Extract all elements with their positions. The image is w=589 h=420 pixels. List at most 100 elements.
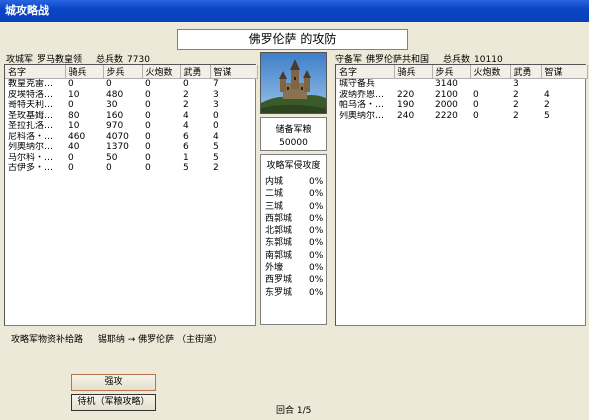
- table-cell: 7: [213, 79, 219, 89]
- invasion-area-name: 内城: [265, 177, 284, 187]
- table-cell: 0: [68, 100, 74, 110]
- table-cell: 0: [145, 79, 151, 89]
- table-row[interactable]: 教皇克雷… 0 0 0 0 7: [5, 79, 257, 90]
- table-cell: 0: [473, 100, 479, 110]
- table-cell: [394, 79, 432, 90]
- table-cell: 帕乌洛・…: [339, 100, 385, 110]
- table-cell: 0: [473, 110, 479, 121]
- table-cell: 马尔科・…: [8, 152, 54, 163]
- invasion-item: 北郭城 0%: [261, 225, 326, 237]
- table-cell: 0: [106, 79, 112, 89]
- table-cell: 10: [68, 121, 80, 131]
- reserve-label: 储备军粮: [275, 125, 312, 135]
- invasion-area-name: 东罗城: [265, 287, 293, 298]
- table-cell: 0: [145, 163, 151, 173]
- defender-table[interactable]: 名字 骑兵 步兵 火炮数 武勇 智谋 城守备兵 3140 3 波纳乔恩… 220 2100 0 2 4 帕乌…: [335, 64, 588, 326]
- column-header[interactable]: 步兵: [103, 65, 143, 79]
- column-header[interactable]: 火炮数: [142, 65, 181, 79]
- table-cell: 0: [145, 110, 151, 121]
- column-header[interactable]: 智谋: [541, 65, 588, 79]
- invasion-area-percent: 0%: [309, 238, 324, 249]
- table-row[interactable]: 帕乌洛・… 190 2000 0 2 2: [336, 100, 587, 111]
- table-cell: 1: [183, 152, 189, 163]
- reserve-value: 50000: [279, 138, 308, 148]
- column-header[interactable]: 名字: [336, 65, 395, 79]
- table-cell: 2: [513, 110, 519, 121]
- invasion-item: 内城 0%: [261, 176, 326, 188]
- table-cell: 10: [68, 89, 80, 100]
- table-row[interactable]: 列奥纳尔… 40 1370 0 6 5: [5, 142, 257, 153]
- table-row[interactable]: 皮埃特洛… 10 480 0 2 3: [5, 90, 257, 101]
- table-cell: 教皇克雷…: [8, 79, 54, 89]
- invasion-item: 二城 0%: [261, 188, 326, 200]
- table-row[interactable]: 圣拉扎洛… 10 970 0 4 0: [5, 121, 257, 132]
- invasion-item: 东罗城 0%: [261, 287, 326, 299]
- table-cell: 6: [183, 131, 189, 142]
- column-header[interactable]: 武勇: [180, 65, 211, 79]
- invasion-area-name: 三城: [265, 201, 284, 212]
- table-row[interactable]: 城守备兵 3140 3: [336, 79, 587, 90]
- table-cell: 城守备兵: [339, 79, 376, 89]
- invasion-item: 三城 0%: [261, 201, 326, 213]
- table-cell: 0: [183, 79, 189, 89]
- table-cell: 190: [397, 100, 415, 110]
- table-cell: 0: [68, 152, 74, 163]
- table-row[interactable]: 哥特夫利… 0 30 0 2 3: [5, 100, 257, 111]
- table-cell: 2: [544, 100, 550, 110]
- table-cell: 2000: [435, 100, 458, 110]
- invasion-area-percent: 0%: [309, 263, 324, 274]
- table-cell: 古伊多・…: [8, 163, 54, 173]
- column-header[interactable]: 智谋: [210, 65, 258, 79]
- attack-button[interactable]: 强攻: [71, 374, 156, 391]
- table-cell: 4: [183, 121, 189, 131]
- invasion-area-name: 西罗城: [265, 275, 293, 286]
- invasion-label: 攻略军侵攻度: [266, 161, 321, 171]
- invasion-item: 外壕 0%: [261, 262, 326, 274]
- table-cell: 尼科洛・…: [8, 131, 54, 142]
- column-header[interactable]: 步兵: [432, 65, 471, 79]
- column-header[interactable]: 武勇: [510, 65, 542, 79]
- table-cell: 5: [213, 152, 219, 163]
- supply-route: 攻略军物资补给路 锡耶纳 → 佛罗伦萨 （主街道）: [11, 332, 222, 345]
- table-row[interactable]: 尼科洛・… 460 4070 0 6 4: [5, 132, 257, 143]
- invasion-area-name: 二城: [265, 189, 284, 200]
- invasion-item: 东郭城 0%: [261, 237, 326, 249]
- table-cell: 0: [68, 79, 74, 89]
- column-header[interactable]: 骑兵: [65, 65, 104, 79]
- table-cell: 80: [68, 110, 80, 121]
- table-row[interactable]: 列奥纳尔… 240 2220 0 2 5: [336, 111, 587, 122]
- invasion-area-name: 东郭城: [265, 238, 293, 249]
- table-cell: 3: [213, 100, 219, 110]
- table-cell: 2: [513, 100, 519, 110]
- table-cell: 列奥纳尔…: [8, 142, 54, 152]
- table-row[interactable]: 圣玫基姆… 80 160 0 4 0: [5, 111, 257, 122]
- table-cell: 圣拉扎洛…: [8, 121, 54, 131]
- wait-button[interactable]: 待机（军粮攻略）: [71, 394, 156, 411]
- invasion-box: 攻略军侵攻度 内城 0% 二城 0% 三城 0% 西郭城 0% 北郭城 0% 东郭城 0% 南郭城 0% 外…: [260, 154, 327, 325]
- table-cell: 970: [106, 121, 124, 131]
- table-row[interactable]: 古伊多・… 0 0 0 5 2: [5, 163, 257, 174]
- table-cell: 0: [145, 121, 151, 131]
- attacker-table[interactable]: 名字 骑兵 步兵 火炮数 武勇 智谋 教皇克雷… 0 0 0 0 7 皮埃特洛… 10 480 0 2 3 哥特夫…: [4, 64, 258, 326]
- table-cell: 6: [183, 142, 189, 152]
- reserve-box: 储备军粮 50000: [260, 117, 327, 151]
- invasion-area-percent: 0%: [309, 177, 324, 187]
- table-cell: 3: [513, 79, 519, 89]
- table-cell: 40: [68, 142, 80, 152]
- column-header[interactable]: 火炮数: [470, 65, 511, 79]
- table-row[interactable]: 波纳乔恩… 220 2100 0 2 4: [336, 90, 587, 101]
- table-cell: 3140: [435, 79, 458, 89]
- table-row[interactable]: 马尔科・… 0 50 0 1 5: [5, 153, 257, 164]
- table-cell: 5: [213, 142, 219, 152]
- invasion-area-percent: 0%: [309, 189, 324, 200]
- invasion-area-name: 南郭城: [265, 250, 293, 261]
- table-cell: 4: [544, 89, 550, 100]
- table-cell: 2: [183, 89, 189, 100]
- table-cell: 1370: [106, 142, 129, 152]
- invasion-area-percent: 0%: [309, 213, 324, 224]
- table-cell: [541, 79, 587, 90]
- castle-image: [260, 52, 327, 114]
- column-header[interactable]: 骑兵: [394, 65, 433, 79]
- column-header[interactable]: 名字: [5, 65, 66, 79]
- supply-label: 攻略军物资补给路: [11, 335, 84, 345]
